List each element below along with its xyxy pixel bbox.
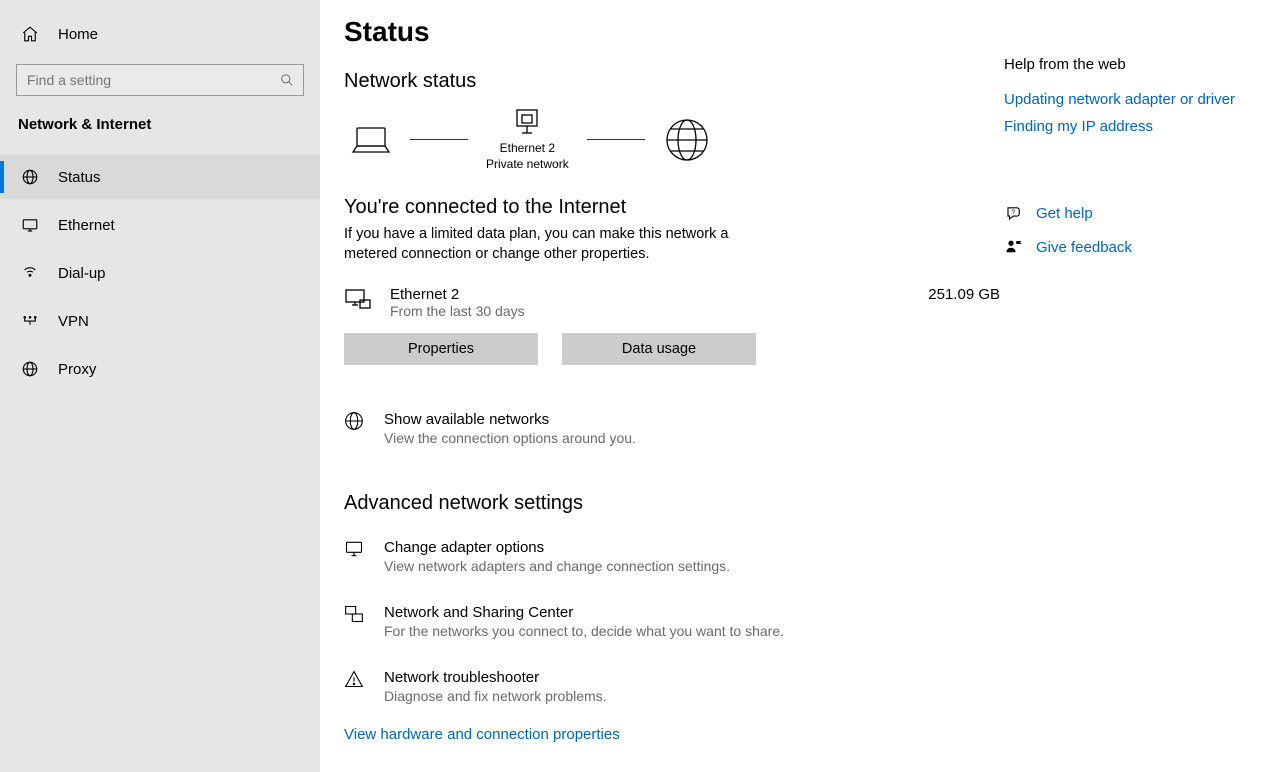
diagram-line	[410, 139, 468, 140]
sidebar-item-proxy[interactable]: Proxy	[0, 347, 320, 391]
sidebar-nav: Status Ethernet Dial-up	[0, 155, 320, 391]
status-icon	[20, 167, 40, 187]
sidebar: Home Network & Internet Status	[0, 0, 320, 772]
diagram-adapter-name: Ethernet 2	[486, 141, 569, 157]
proxy-icon	[20, 359, 40, 379]
home-button[interactable]: Home	[0, 16, 320, 52]
ethernet-nic-icon	[344, 286, 372, 314]
category-title: Network & Internet	[0, 110, 320, 155]
sidebar-item-ethernet[interactable]: Ethernet	[0, 203, 320, 247]
item-desc: Diagnose and fix network problems.	[384, 688, 607, 704]
item-desc: View network adapters and change connect…	[384, 558, 730, 574]
item-title: Network troubleshooter	[384, 669, 607, 686]
sidebar-item-label: Proxy	[58, 361, 96, 378]
network-status-heading: Network status	[344, 70, 1004, 93]
sidebar-item-status[interactable]: Status	[0, 155, 320, 199]
adapter-card-usage: 251.09 GB	[928, 286, 1004, 303]
adapter-settings-icon	[344, 539, 364, 559]
show-available-networks[interactable]: Show available networks View the connect…	[344, 411, 1004, 446]
data-usage-button[interactable]: Data usage	[562, 333, 756, 365]
rail-link-adapter-driver[interactable]: Updating network adapter or driver	[1004, 91, 1254, 108]
sidebar-item-label: Dial-up	[58, 265, 106, 282]
available-networks-desc: View the connection options around you.	[384, 430, 636, 446]
rail-heading: Help from the web	[1004, 56, 1254, 73]
get-help[interactable]: ? Get help	[1004, 203, 1254, 223]
svg-text:?: ?	[1011, 209, 1015, 216]
item-title: Change adapter options	[384, 539, 730, 556]
change-adapter-options[interactable]: Change adapter options View network adap…	[344, 539, 1004, 574]
view-hardware-link[interactable]: View hardware and connection properties	[344, 726, 620, 743]
network-diagram: Ethernet 2 Private network	[350, 107, 1004, 172]
main-content: Status Network status	[320, 0, 1274, 772]
give-feedback[interactable]: Give feedback	[1004, 237, 1254, 257]
rail-link-ip-address[interactable]: Finding my IP address	[1004, 118, 1254, 135]
item-desc: For the networks you connect to, decide …	[384, 623, 784, 639]
adapter-card-name: Ethernet 2	[390, 286, 525, 303]
globe-icon	[663, 116, 711, 164]
advanced-heading: Advanced network settings	[344, 492, 1004, 515]
sidebar-item-vpn[interactable]: VPN	[0, 299, 320, 343]
item-title: Network and Sharing Center	[384, 604, 784, 621]
network-troubleshooter[interactable]: Network troubleshooter Diagnose and fix …	[344, 669, 1004, 704]
vpn-icon	[20, 311, 40, 331]
warning-icon	[344, 669, 364, 689]
diagram-line	[587, 139, 645, 140]
give-feedback-label: Give feedback	[1036, 239, 1132, 256]
adapter-summary-row: Ethernet 2 From the last 30 days 251.09 …	[344, 286, 1004, 319]
sidebar-item-label: Status	[58, 169, 101, 186]
get-help-label: Get help	[1036, 205, 1093, 222]
available-networks-title: Show available networks	[384, 411, 636, 428]
sidebar-item-label: VPN	[58, 313, 89, 330]
page-title: Status	[344, 16, 1004, 48]
get-help-icon: ?	[1004, 203, 1024, 223]
properties-button[interactable]: Properties	[344, 333, 538, 365]
connected-desc: If you have a limited data plan, you can…	[344, 225, 754, 264]
help-rail: Help from the web Updating network adapt…	[1004, 16, 1254, 756]
adapter-icon	[512, 107, 542, 137]
connected-title: You're connected to the Internet	[344, 196, 1004, 219]
diagram-adapter-label: Ethernet 2 Private network	[486, 141, 569, 172]
globe-small-icon	[344, 411, 364, 431]
laptop-icon	[350, 123, 392, 157]
search-input[interactable]	[16, 64, 304, 96]
diagram-adapter-type: Private network	[486, 157, 569, 173]
adapter-card-sub: From the last 30 days	[390, 303, 525, 319]
ethernet-icon	[20, 215, 40, 235]
dialup-icon	[20, 263, 40, 283]
search-container	[0, 52, 320, 110]
sidebar-item-dialup[interactable]: Dial-up	[0, 251, 320, 295]
sharing-icon	[344, 604, 364, 624]
network-sharing-center[interactable]: Network and Sharing Center For the netwo…	[344, 604, 1004, 639]
home-label: Home	[58, 26, 98, 43]
sidebar-item-label: Ethernet	[58, 217, 115, 234]
feedback-icon	[1004, 237, 1024, 257]
home-icon	[20, 24, 40, 44]
